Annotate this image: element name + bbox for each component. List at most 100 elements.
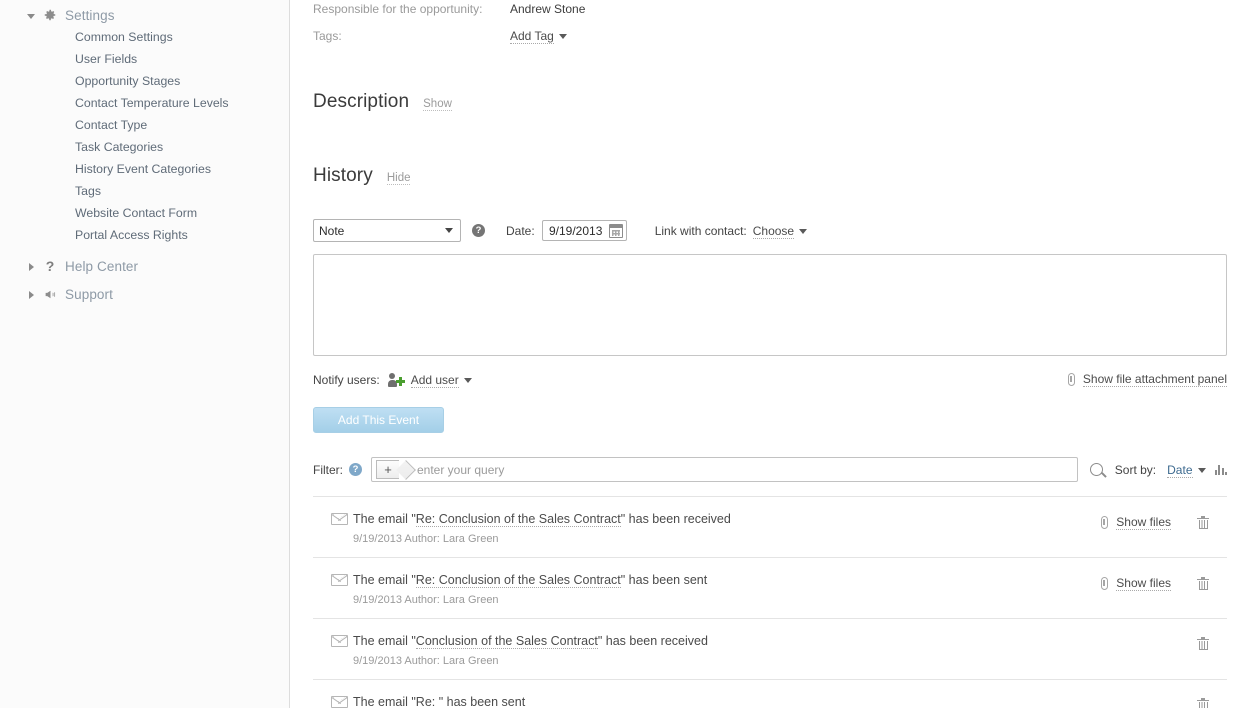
history-event-row[interactable]: The email "Re: " has been sent 9/13/2013… [313, 679, 1227, 708]
sidebar-item-task-categories[interactable]: Task Categories [0, 136, 289, 158]
event-suffix: has been sent [443, 695, 526, 708]
sidebar-group-support[interactable]: Support [0, 283, 289, 305]
event-subject-link[interactable]: Conclusion of the Sales Contract [415, 634, 598, 650]
chevron-right-icon[interactable] [27, 289, 38, 300]
sidebar-item-tags[interactable]: Tags [0, 180, 289, 202]
event-prefix: The email [353, 512, 412, 527]
history-event-title: The email "Re: " has been sent [353, 694, 1197, 708]
add-user-icon[interactable] [387, 372, 405, 387]
mail-icon [313, 694, 348, 708]
history-title: History [313, 165, 373, 187]
mail-icon [313, 511, 348, 526]
history-event-meta: 9/19/2013 Author: Lara Green [353, 533, 499, 546]
add-user-link[interactable]: Add user [410, 372, 459, 388]
event-suffix: has been received [602, 634, 708, 649]
tags-label: Tags: [313, 29, 342, 43]
history-event-body: The email "Re: Conclusion of the Sales C… [339, 572, 1101, 606]
filter-label: Filter: [313, 462, 343, 477]
add-tag-control[interactable]: Add Tag [510, 27, 567, 44]
filter-field[interactable]: + [371, 457, 1078, 483]
history-entry-form: Note ? Date: Link with contact: Choose [313, 219, 1226, 243]
add-filter-token-button[interactable]: + [376, 460, 399, 480]
history-event-list: The email "Re: Conclusion of the Sales C… [313, 496, 1227, 708]
history-event-body: The email "Re: Conclusion of the Sales C… [339, 511, 1101, 545]
event-suffix: has been sent [625, 573, 708, 588]
sidebar-item-common-settings[interactable]: Common Settings [0, 26, 289, 48]
choose-contact-link[interactable]: Choose [752, 223, 795, 239]
add-user-control[interactable]: Add user [410, 372, 472, 388]
sidebar-item-user-fields[interactable]: User Fields [0, 48, 289, 70]
event-suffix: has been received [625, 512, 731, 527]
sidebar-group-settings[interactable]: Settings [0, 4, 289, 26]
history-event-body: The email "Re: " has been sent 9/13/2013… [339, 694, 1197, 708]
delete-icon[interactable] [1197, 516, 1209, 530]
history-event-row[interactable]: The email "Re: Conclusion of the Sales C… [313, 557, 1227, 618]
sidebar-item-website-contact-form[interactable]: Website Contact Form [0, 202, 289, 224]
history-event-title: The email "Re: Conclusion of the Sales C… [353, 572, 1101, 589]
paperclip-icon [1101, 577, 1109, 591]
paperclip-icon [1101, 516, 1109, 530]
history-event-body: The email "Conclusion of the Sales Contr… [339, 633, 1197, 667]
delete-icon[interactable] [1197, 637, 1209, 651]
history-event-row[interactable]: The email "Conclusion of the Sales Contr… [313, 618, 1227, 679]
event-prefix: The email [353, 695, 412, 708]
sidebar-item-opportunity-stages[interactable]: Opportunity Stages [0, 70, 289, 92]
link-contact-control[interactable]: Choose [752, 223, 808, 239]
sidebar-item-contact-temperature-levels[interactable]: Contact Temperature Levels [0, 92, 289, 114]
delete-icon[interactable] [1197, 577, 1209, 591]
history-event-actions: Show files [1101, 511, 1227, 531]
calendar-icon[interactable] [608, 223, 623, 238]
filter-help-icon[interactable]: ? [349, 463, 362, 477]
history-toggle[interactable]: Hide [386, 172, 411, 186]
sort-by-control[interactable]: Date [1167, 462, 1206, 478]
chevron-down-icon[interactable] [1197, 467, 1206, 473]
event-type-select-wrap: Note [313, 219, 461, 243]
responsible-label: Responsible for the opportunity: [313, 2, 483, 16]
sidebar-group-help-center[interactable]: ? Help Center [0, 255, 289, 277]
chevron-down-icon[interactable] [558, 34, 567, 40]
sort-by-value[interactable]: Date [1167, 462, 1193, 478]
chevron-down-icon[interactable] [463, 377, 472, 383]
sort-by-label: Sort by: [1114, 462, 1157, 477]
app-root: Settings Common Settings User Fields Opp… [0, 0, 1240, 708]
delete-icon[interactable] [1197, 698, 1209, 708]
history-event-actions [1197, 633, 1227, 651]
history-event-title: The email "Re: Conclusion of the Sales C… [353, 511, 1101, 528]
add-this-event-button[interactable]: Add This Event [313, 407, 444, 434]
event-subject-link[interactable]: Re: Conclusion of the Sales Contract [415, 512, 621, 528]
date-label: Date: [506, 223, 535, 238]
sidebar-item-contact-type[interactable]: Contact Type [0, 114, 289, 136]
paperclip-icon [1067, 373, 1075, 387]
event-prefix: The email [353, 573, 412, 588]
sidebar-item-portal-access-rights[interactable]: Portal Access Rights [0, 224, 289, 246]
description-section-header: Description Show [313, 75, 1226, 129]
chevron-right-icon[interactable] [27, 261, 38, 272]
show-files-link[interactable]: Show files [1116, 515, 1171, 531]
sidebar: Settings Common Settings User Fields Opp… [0, 0, 290, 708]
filter-row: Filter: ? + Sort by: Date [313, 457, 1227, 483]
sidebar-item-history-event-categories[interactable]: History Event Categories [0, 158, 289, 180]
event-subject-link[interactable]: Re: [415, 695, 439, 708]
filter-input[interactable] [415, 461, 1073, 478]
help-icon[interactable]: ? [472, 224, 485, 238]
sidebar-group-label: Settings [65, 7, 115, 23]
history-section-header: History Hide [313, 150, 1226, 204]
history-event-meta: 9/19/2013 Author: Lara Green [353, 655, 499, 668]
notify-users-label: Notify users: [313, 372, 380, 387]
add-tag-link[interactable]: Add Tag [510, 29, 554, 44]
date-input[interactable] [542, 222, 609, 239]
description-toggle[interactable]: Show [423, 98, 452, 111]
event-subject-link[interactable]: Re: Conclusion of the Sales Contract [415, 573, 621, 589]
event-type-select[interactable]: Note [313, 219, 461, 243]
history-event-actions: Show files [1101, 572, 1227, 592]
sidebar-group-label: Help Center [65, 258, 139, 274]
sort-direction-icon[interactable] [1214, 464, 1227, 476]
show-files-link[interactable]: Show files [1116, 576, 1171, 592]
chevron-down-icon[interactable] [27, 10, 38, 21]
history-event-row[interactable]: The email "Re: Conclusion of the Sales C… [313, 496, 1227, 557]
date-field-wrap[interactable] [541, 220, 627, 242]
show-file-attachment-panel-link[interactable]: Show file attachment panel [1082, 372, 1227, 388]
note-textarea[interactable] [313, 254, 1227, 357]
search-icon[interactable] [1089, 463, 1103, 477]
chevron-down-icon[interactable] [799, 228, 808, 234]
